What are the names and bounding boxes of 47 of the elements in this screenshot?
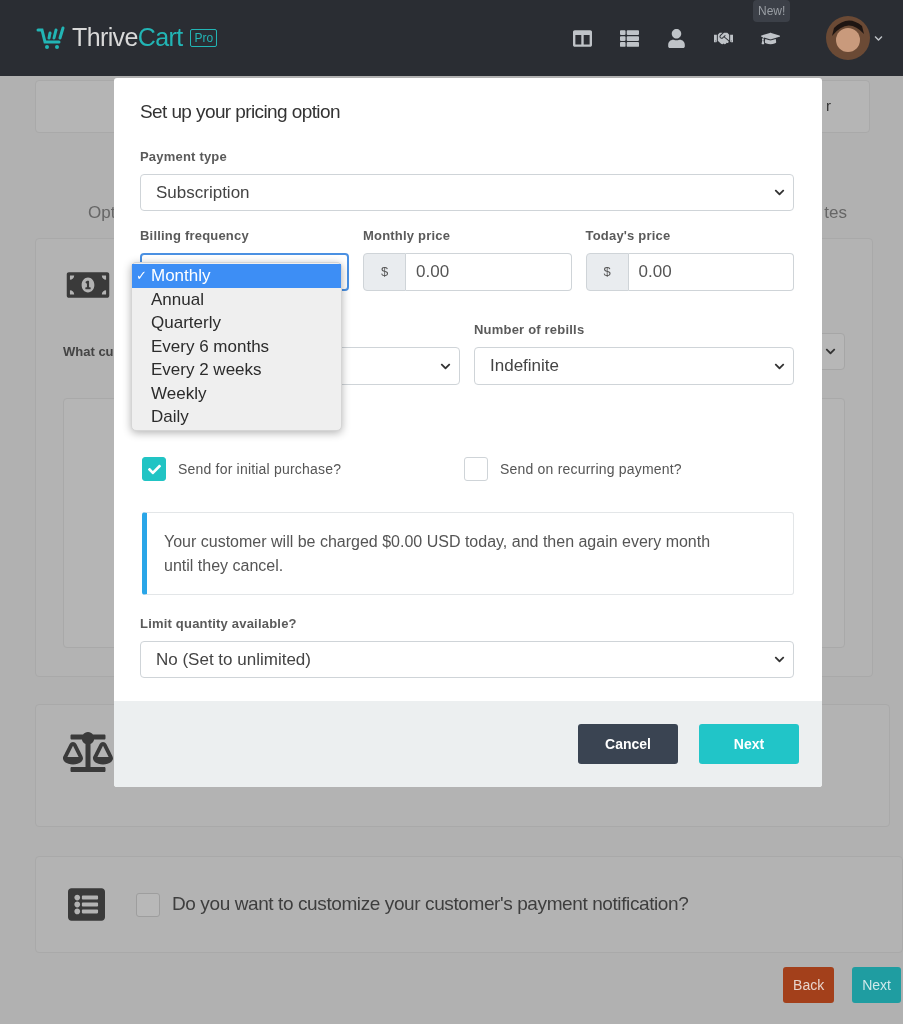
dropdown-option[interactable]: Quarterly: [132, 311, 341, 335]
dropdown-option[interactable]: Weekly: [132, 381, 341, 405]
new-tooltip: New!: [753, 0, 791, 22]
plan-badge: Pro: [190, 29, 218, 47]
field-label: Payment type: [140, 149, 228, 165]
tab-label[interactable]: r: [826, 95, 831, 118]
user-icon[interactable]: [667, 28, 686, 48]
field-label: Limit quantity available?: [140, 616, 298, 632]
summary-text: Your customer will be charged $0.00 USD today, and then again every month until they cancel.: [164, 531, 712, 576]
price-field[interactable]: 0.00: [406, 253, 572, 291]
check-mark: ✓: [136, 267, 147, 285]
chevron-down-icon[interactable]: [874, 33, 883, 43]
avatar[interactable]: [826, 16, 870, 60]
field-label: Number of rebills: [474, 322, 586, 338]
dropdown-option[interactable]: Annual: [132, 287, 341, 311]
field-label: Today's price: [585, 228, 672, 244]
limit-quantity-select[interactable]: No (Set to unlimited): [140, 641, 794, 678]
checkbox[interactable]: [464, 457, 488, 481]
brand-name: ThriveCart: [72, 22, 183, 54]
checkbox[interactable]: [136, 892, 160, 917]
chevron-down-icon: [774, 654, 785, 665]
dropdown-option[interactable]: Every 6 months: [132, 334, 341, 358]
balance-scale-icon: [63, 732, 113, 772]
back-button[interactable]: Back: [783, 967, 835, 1003]
field-label: Billing frequency: [140, 228, 250, 244]
notification-question: Do you want to customize your customer's payment notification?: [172, 892, 689, 917]
field-label: Monthly price: [363, 228, 452, 244]
checkbox-label: Send on recurring payment?: [500, 459, 682, 479]
dropdown-option[interactable]: Daily: [132, 405, 341, 429]
chevron-down-icon: [825, 346, 836, 357]
payment-type-select[interactable]: Subscription: [140, 174, 794, 211]
list-icon[interactable]: [620, 28, 639, 48]
price-field[interactable]: 0.00: [628, 253, 794, 291]
checkbox[interactable]: [142, 457, 166, 481]
rebills-select[interactable]: Indefinite: [474, 347, 794, 385]
currency-addon: $: [363, 253, 406, 291]
check-icon: [147, 462, 161, 476]
dropdown-option[interactable]: Every 2 weeks: [132, 358, 341, 382]
cancel-button[interactable]: Cancel: [578, 724, 678, 764]
list-icon: [66, 886, 107, 923]
columns-icon[interactable]: [573, 28, 592, 48]
cart-logo-icon: [36, 26, 66, 50]
checkbox-label: Send for initial purchase?: [178, 459, 342, 479]
chevron-down-icon: [774, 187, 785, 198]
currency-addon: $: [585, 253, 629, 291]
field-label: What cu: [63, 342, 114, 361]
dialog-title: Set up your pricing option: [140, 100, 341, 124]
